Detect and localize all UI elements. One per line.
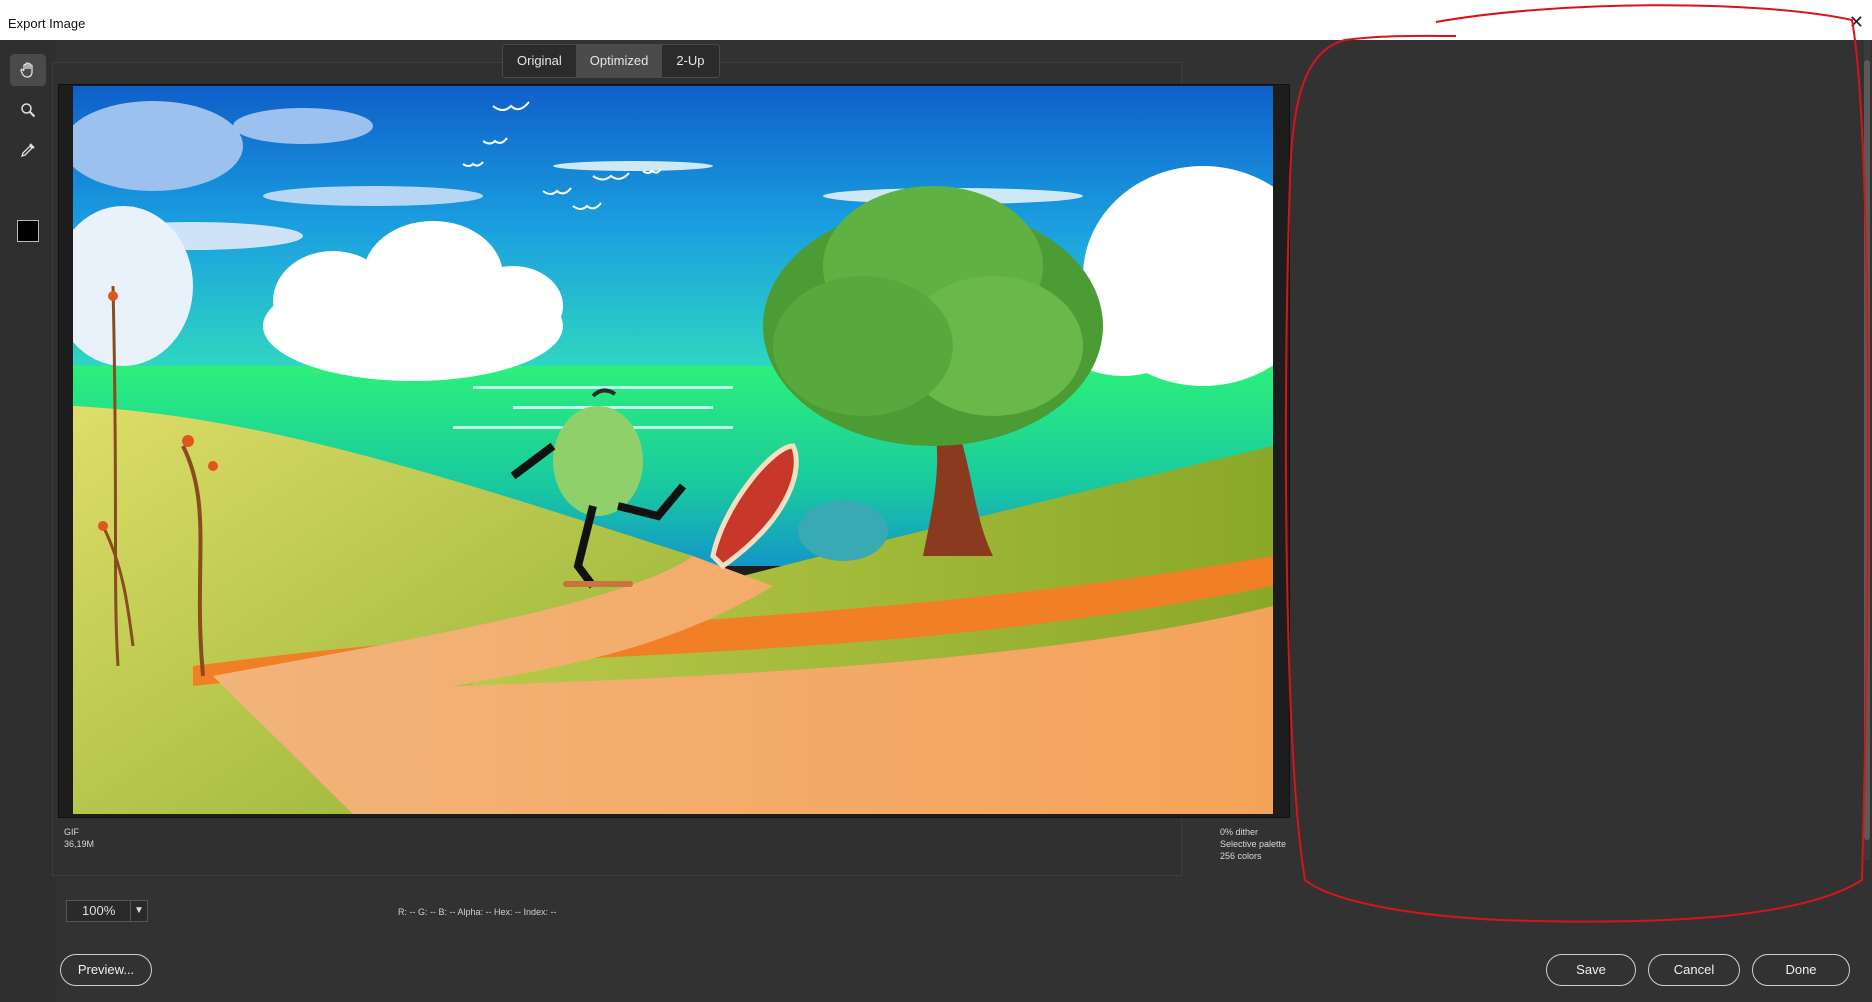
save-button[interactable]: Save (1546, 954, 1636, 986)
optimization-info: 0% dither Selective palette 256 colors (1220, 826, 1286, 862)
window-title: Export Image (8, 16, 86, 31)
eyedropper-tool-button[interactable] (10, 134, 46, 166)
done-button[interactable]: Done (1752, 954, 1850, 986)
zoom-tool-button[interactable] (10, 94, 46, 126)
tab-optimized[interactable]: Optimized (575, 45, 663, 77)
hand-icon (20, 62, 33, 78)
color-swatch-icon[interactable] (17, 220, 39, 242)
file-format: GIF (64, 827, 79, 837)
hand-tool-button[interactable] (10, 54, 46, 86)
file-info: GIF 36,19M (64, 826, 94, 850)
cancel-button[interactable]: Cancel (1648, 954, 1740, 986)
color-count: 256 colors (1220, 851, 1262, 861)
zoom-select[interactable]: 100% ▼ (66, 900, 148, 922)
eyedropper-icon (20, 143, 35, 158)
tool-sidebar (0, 40, 56, 1002)
title-bar: Export Image ✕ (0, 0, 1872, 40)
tab-2-up[interactable]: 2-Up (662, 45, 718, 77)
scrollbar-thumb[interactable] (1864, 60, 1870, 840)
palette-type: Selective palette (1220, 839, 1287, 849)
view-tabs: Original Optimized 2-Up (502, 44, 720, 78)
preview-button[interactable]: Preview... (60, 954, 152, 986)
pixel-info-readout: R: -- G: -- B: -- Alpha: -- Hex: -- Inde… (398, 907, 557, 917)
zoom-icon (21, 103, 36, 118)
close-icon[interactable]: ✕ (1849, 12, 1864, 33)
tab-original[interactable]: Original (503, 45, 576, 77)
zoom-value: 100% (82, 903, 116, 918)
image-preview[interactable] (58, 84, 1290, 818)
file-size: 36,19M (64, 839, 95, 849)
settings-panel (1300, 40, 1860, 900)
dither-value: 0% dither (1220, 827, 1259, 837)
landscape-illustration (73, 86, 1273, 814)
chevron-down-icon[interactable]: ▼ (130, 901, 147, 921)
